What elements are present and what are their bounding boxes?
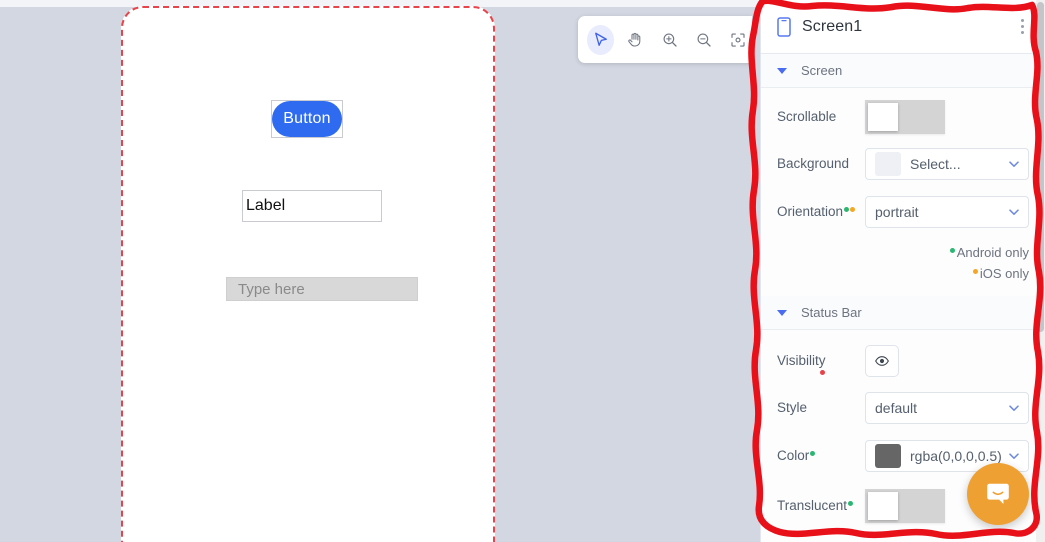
chevron-down-icon	[777, 309, 787, 316]
property-row-orientation: Orientation portrait	[761, 188, 1045, 236]
status-bar-color-swatch	[875, 444, 901, 468]
visibility-toggle-button[interactable]	[865, 345, 899, 377]
chevron-down-icon	[1009, 161, 1019, 167]
translucent-toggle[interactable]	[865, 489, 945, 523]
zoom-in-tool-button[interactable]	[656, 25, 683, 55]
panel-title: Screen1	[802, 17, 863, 35]
chevron-down-icon	[1009, 209, 1019, 215]
section-title-screen: Screen	[801, 63, 843, 78]
panel-header: Screen1	[761, 0, 1045, 54]
status-bar-style-value: default	[875, 400, 918, 416]
phone-glyph	[777, 16, 791, 37]
ios-badge-dot	[850, 206, 856, 212]
properties-panel: Screen1 Screen Scrollable Background Sel…	[760, 0, 1045, 542]
legend-ios-text: iOS only	[979, 266, 1029, 281]
property-label-scrollable: Scrollable	[777, 108, 837, 124]
platform-legend: Android only iOS only	[761, 236, 1045, 296]
widget-text-input[interactable]: Type here	[226, 277, 418, 301]
legend-android-text: Android only	[956, 245, 1029, 260]
property-row-background: Background Select...	[761, 140, 1045, 188]
property-label-color: Color	[777, 448, 865, 465]
select-tool-button[interactable]	[587, 24, 615, 55]
visibility-label-text: Visibility	[777, 352, 826, 368]
legend-android-only: Android only	[761, 242, 1045, 263]
hand-icon	[628, 32, 641, 47]
property-row-scrollable: Scrollable	[761, 88, 1045, 140]
zoom-out-icon	[697, 33, 711, 47]
property-label-orientation: Orientation	[777, 204, 865, 221]
section-header-screen[interactable]: Screen	[761, 54, 1045, 88]
panel-scrollbar[interactable]	[1036, 0, 1045, 542]
widget-button[interactable]: Button	[271, 100, 343, 138]
pan-tool-button[interactable]	[621, 25, 648, 55]
orientation-label-text: Orientation	[777, 203, 844, 219]
color-label-text: Color	[777, 447, 810, 463]
chevron-down-icon	[777, 67, 787, 74]
fit-screen-tool-button[interactable]	[725, 25, 752, 55]
chevron-down-icon	[1009, 405, 1019, 411]
panel-scrollbar-thumb[interactable]	[1037, 2, 1044, 332]
android-badge-dot	[848, 500, 854, 506]
property-label-style: Style	[777, 399, 808, 415]
property-row-style: Style default	[761, 384, 1045, 432]
intercom-chat-launcher[interactable]	[967, 463, 1029, 525]
eye-icon	[875, 356, 889, 366]
chat-bubble-icon	[987, 483, 1009, 504]
orientation-select[interactable]: portrait	[865, 196, 1029, 228]
android-badge-dot	[844, 206, 850, 212]
mobile-screen-icon	[777, 16, 791, 37]
zoom-in-icon	[663, 33, 677, 47]
android-legend-dot	[949, 248, 955, 253]
ios-legend-dot	[972, 269, 978, 274]
phone-preview-frame[interactable]: Button Label Type here	[121, 6, 495, 542]
scrollable-toggle[interactable]	[865, 100, 945, 134]
widget-button-label: Button	[272, 101, 342, 137]
kebab-menu-icon[interactable]	[1013, 16, 1031, 38]
chevron-down-icon	[1009, 453, 1019, 459]
background-color-select[interactable]: Select...	[865, 148, 1029, 180]
legend-ios-only: iOS only	[761, 263, 1045, 284]
app-root: Button Label Type here Screen1 Screen Sc…	[0, 0, 1045, 542]
canvas-workspace[interactable]: Button Label Type here	[0, 0, 760, 542]
section-header-status-bar[interactable]: Status Bar	[761, 296, 1045, 330]
background-color-swatch	[875, 152, 901, 176]
zoom-out-tool-button[interactable]	[690, 25, 717, 55]
scrollable-toggle-knob	[868, 103, 898, 131]
phone-screen-surface[interactable]: Button Label Type here	[123, 8, 493, 542]
status-bar-style-select[interactable]: default	[865, 392, 1029, 424]
property-label-background: Background	[777, 155, 850, 171]
web-badge-dot	[820, 369, 825, 375]
property-row-visibility: Visibility	[761, 330, 1045, 384]
orientation-select-value: portrait	[875, 204, 919, 220]
property-label-translucent: Translucent	[777, 498, 865, 515]
section-title-status-bar: Status Bar	[801, 305, 862, 320]
widget-label[interactable]: Label	[242, 190, 382, 222]
status-bar-color-value: rgba(0,0,0,0.5)	[910, 448, 1002, 464]
fit-to-screen-icon	[731, 32, 745, 47]
section-body-screen: Scrollable Background Select... Orientat…	[761, 88, 1045, 296]
cursor-arrow-icon	[594, 32, 607, 46]
property-label-visibility: Visibility	[777, 352, 865, 375]
translucent-label-text: Translucent	[777, 497, 848, 513]
canvas-toolbar	[578, 16, 752, 63]
android-badge-dot	[810, 450, 816, 456]
translucent-toggle-knob	[868, 492, 898, 520]
background-select-value: Select...	[910, 156, 961, 172]
